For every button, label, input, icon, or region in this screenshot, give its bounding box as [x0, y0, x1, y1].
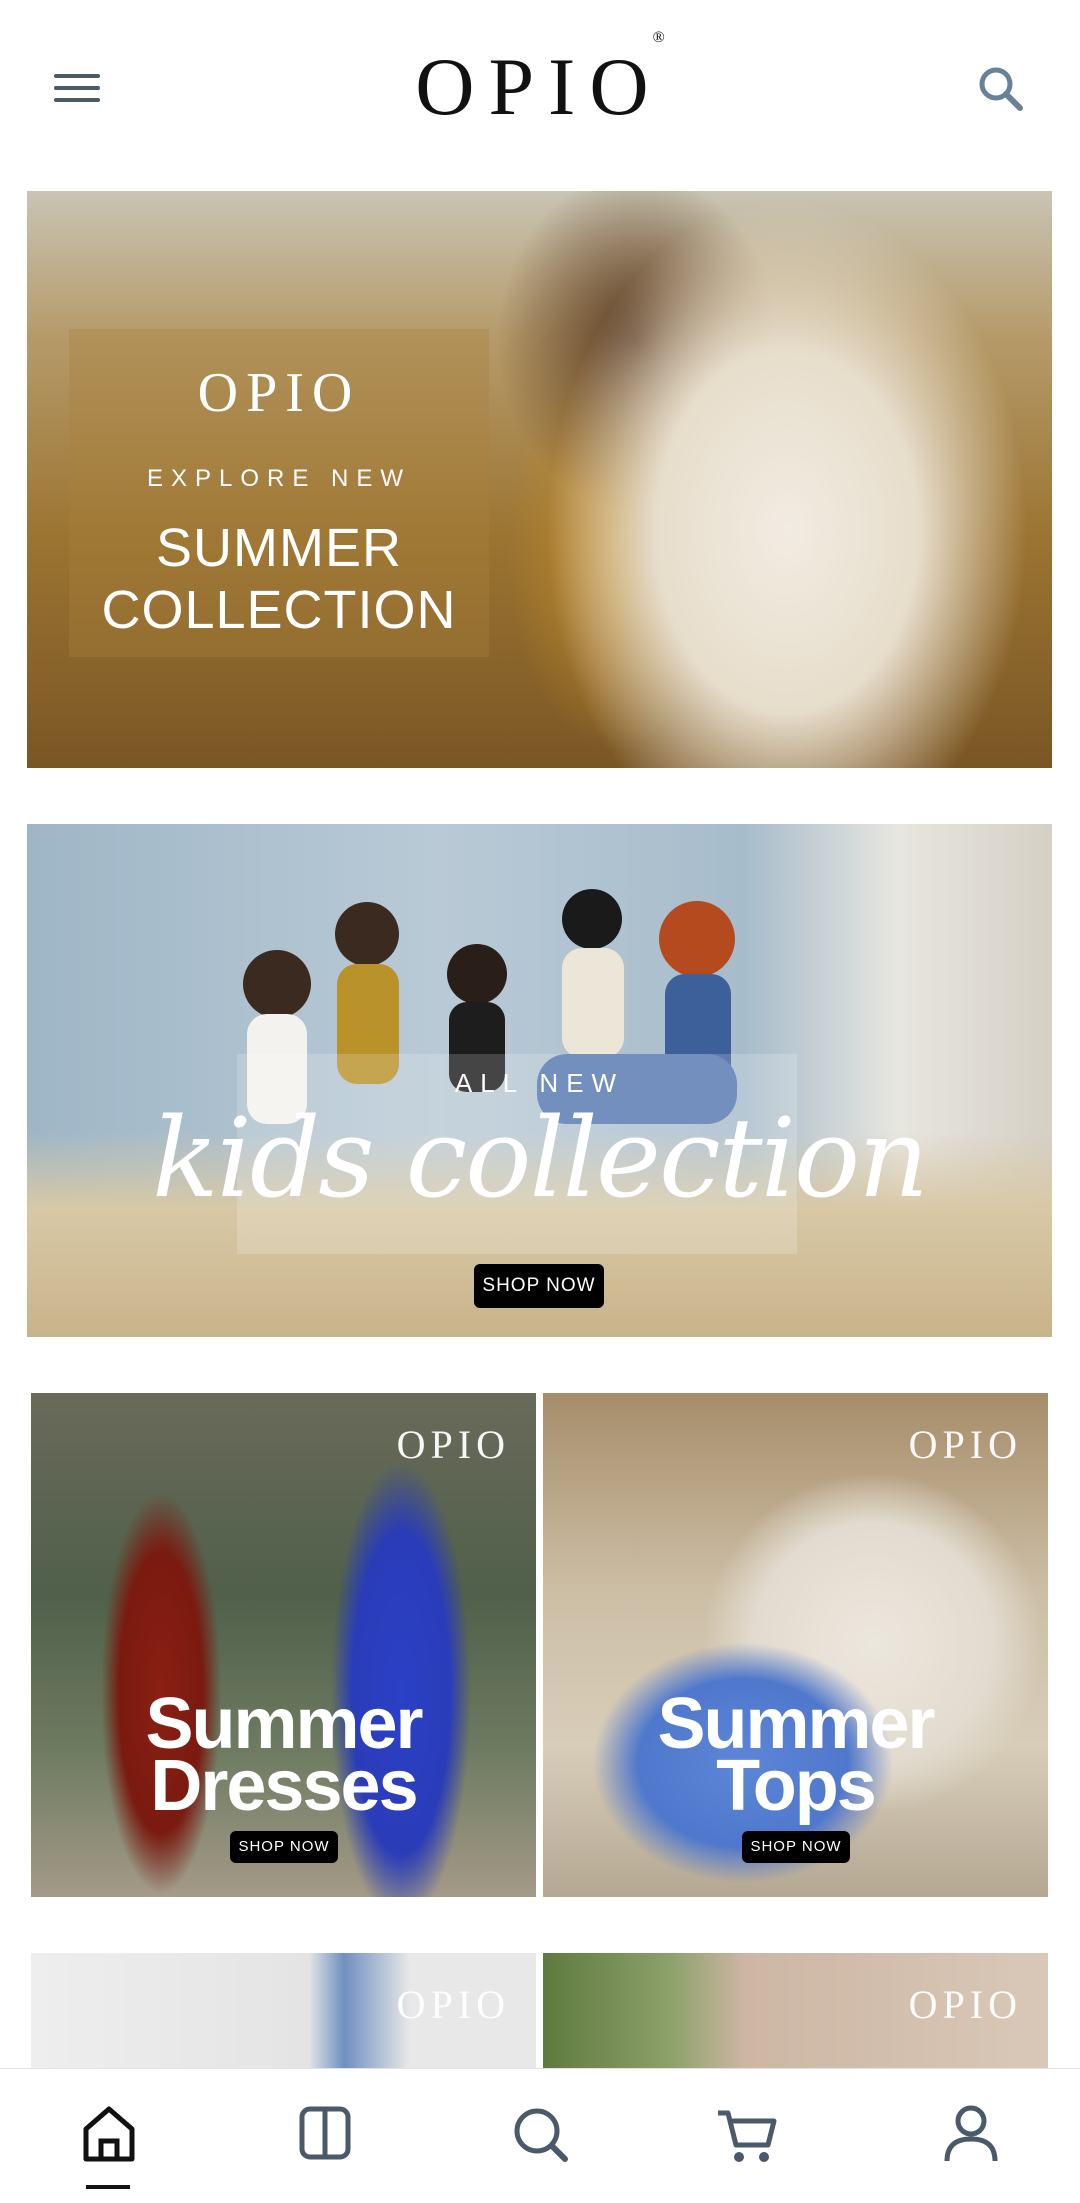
summer-collection-banner[interactable]: OPIO EXPLORE NEW SUMMER COLLECTION — [27, 191, 1052, 768]
tile-title: Summer Tops — [543, 1688, 1048, 1826]
banner-title-line1: SUMMER — [156, 518, 402, 578]
banner-title: SUMMER COLLECTION — [69, 517, 489, 641]
brand-logo[interactable]: OPIO® — [0, 29, 1080, 134]
tile-title-line2: Dresses — [150, 1746, 418, 1826]
tile-logo: OPIO — [396, 1422, 510, 1467]
categories-icon[interactable] — [290, 2099, 360, 2169]
shop-now-button[interactable]: SHOP NOW — [230, 1831, 338, 1863]
banner-script-title: kids collection — [151, 1094, 929, 1222]
home-icon[interactable] — [74, 2099, 144, 2169]
kids-collection-banner[interactable]: ALL NEW kids collection SHOP NOW — [27, 824, 1052, 1337]
active-tab-indicator — [86, 2185, 130, 2189]
tile-logo: OPIO — [396, 1982, 510, 2027]
summer-tops-tile[interactable]: OPIO Summer Tops SHOP NOW — [543, 1393, 1048, 1897]
bottom-navigation — [0, 2068, 1080, 2203]
tile-logo: OPIO — [908, 1422, 1022, 1467]
tile-logo: OPIO — [908, 1982, 1022, 2027]
app-header: OPIO® — [0, 0, 1080, 180]
banner-title-line2: COLLECTION — [101, 580, 457, 640]
summer-dresses-tile[interactable]: OPIO Summer Dresses SHOP NOW — [31, 1393, 536, 1897]
banner-logo: OPIO — [197, 362, 361, 424]
registered-mark: ® — [652, 28, 665, 46]
account-icon[interactable] — [936, 2099, 1006, 2169]
brand-logo-text: OPIO — [415, 41, 663, 132]
search-icon[interactable] — [974, 62, 1028, 116]
shoes-tile[interactable]: OPIO — [543, 1953, 1048, 2068]
search-icon[interactable] — [505, 2099, 575, 2169]
tile-title: Summer Dresses — [31, 1688, 536, 1826]
tile-title-line2: Tops — [716, 1746, 877, 1826]
cart-icon[interactable] — [712, 2099, 782, 2169]
shop-now-button[interactable]: SHOP NOW — [474, 1264, 604, 1308]
jeans-tile[interactable]: OPIO — [31, 1953, 536, 2068]
banner-explore-text: EXPLORE NEW — [146, 465, 412, 492]
shop-now-button[interactable]: SHOP NOW — [742, 1831, 850, 1863]
